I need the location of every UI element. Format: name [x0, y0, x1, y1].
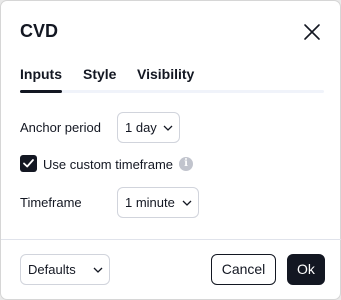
tab-bar-track [20, 90, 324, 93]
chevron-down-icon [162, 122, 174, 134]
tab-style[interactable]: Style [83, 66, 116, 82]
anchor-period-label: Anchor period [20, 120, 101, 135]
ok-button[interactable]: Ok [287, 254, 325, 285]
indicator-settings-dialog: CVD Inputs Style Visibility Anchor perio… [0, 0, 341, 300]
anchor-period-select[interactable]: 1 day [117, 112, 180, 143]
cancel-button[interactable]: Cancel [211, 254, 276, 285]
close-icon[interactable] [301, 21, 323, 43]
defaults-label: Defaults [28, 262, 76, 277]
chevron-down-icon [92, 264, 104, 276]
footer-divider [1, 239, 341, 240]
timeframe-select[interactable]: 1 minute [117, 187, 199, 218]
chevron-down-icon [181, 197, 193, 209]
active-tab-indicator [20, 90, 62, 93]
timeframe-value: 1 minute [125, 195, 175, 210]
tab-visibility[interactable]: Visibility [137, 66, 194, 82]
tab-bar: Inputs Style Visibility [20, 64, 324, 93]
info-icon[interactable]: i [179, 157, 193, 171]
timeframe-label: Timeframe [20, 195, 82, 210]
dialog-title: CVD [20, 21, 59, 41]
use-custom-timeframe-checkbox[interactable] [20, 155, 37, 172]
anchor-period-value: 1 day [125, 120, 157, 135]
defaults-dropdown[interactable]: Defaults [20, 254, 110, 285]
tab-inputs[interactable]: Inputs [20, 66, 62, 82]
checkmark-icon [23, 159, 34, 168]
use-custom-timeframe-label[interactable]: Use custom timeframe [43, 157, 173, 172]
